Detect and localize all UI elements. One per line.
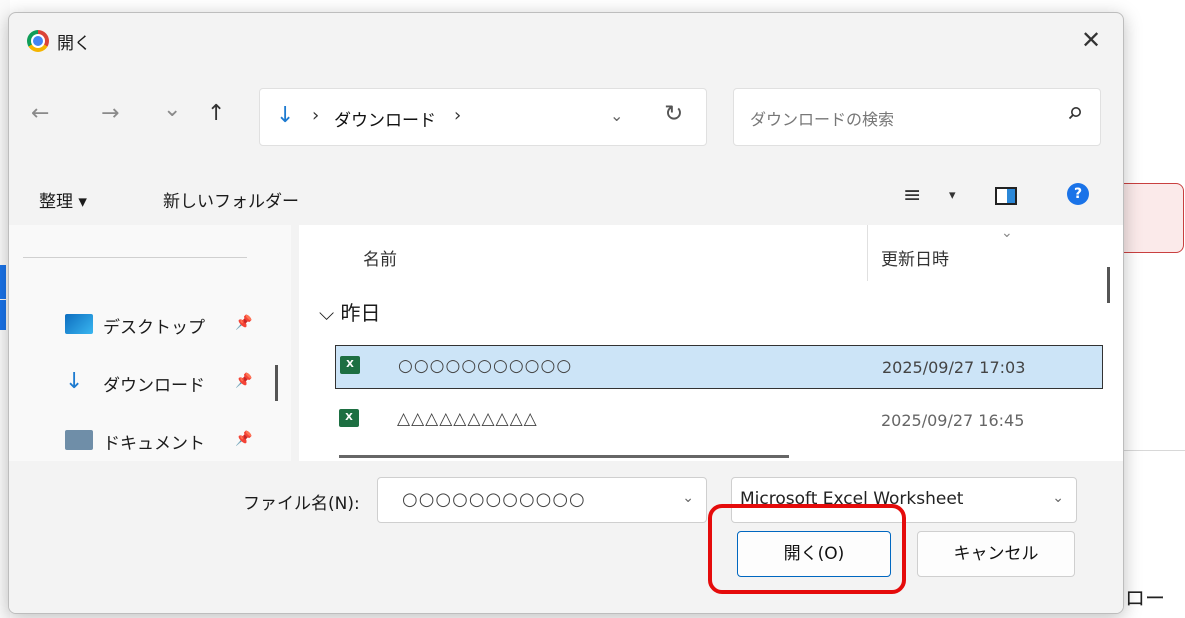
title-bar: 開く ✕ [9,13,1123,67]
refresh-icon[interactable]: ↻ [664,101,683,127]
open-button[interactable]: 開く(O) [737,531,891,577]
file-list: 名前 更新日時 ⌄ ⌵ 昨日 X ○○○○○○○○○○○ 2025/09/27 … [299,225,1123,461]
search-placeholder: ダウンロードの検索 [750,110,895,129]
dialog-title: 開く [57,34,91,54]
column-divider[interactable] [867,225,868,281]
address-bar[interactable]: ↓ › ダウンロード › ⌄ ↻ [259,88,707,146]
sidebar-item-documents[interactable]: ドキュメント 📌 [65,423,265,457]
file-name-value: ○○○○○○○○○○○ [402,489,586,510]
file-type-chevron-icon: ⌄ [1052,490,1064,506]
column-header-name[interactable]: 名前 [363,245,397,270]
view-list-icon[interactable]: ≡ [903,183,921,208]
excel-file-icon: X [339,409,359,427]
new-folder-button[interactable]: 新しいフォルダー [163,187,299,212]
breadcrumb-separator-icon[interactable]: › [312,105,319,126]
navigation-pane: デスクトップ 📌 ↓ ダウンロード 📌 ドキュメント 📌 [9,225,291,461]
download-icon: ↓ [65,369,84,394]
search-icon[interactable] [1068,106,1082,120]
sidebar-item-label: デスクトップ [103,318,205,338]
background-text: ロー [1125,586,1165,610]
preview-pane-icon[interactable] [995,187,1017,205]
organize-button[interactable]: 整理 ▾ [39,187,87,212]
back-arrow-icon[interactable]: ← [31,101,49,126]
file-date: 2025/09/27 16:45 [881,411,1025,430]
pin-icon: 📌 [235,373,253,389]
file-name: ○○○○○○○○○○○ [398,356,573,376]
desktop-icon [65,314,93,334]
file-name-dropdown-chevron-icon[interactable]: ⌄ [682,490,694,506]
cancel-button[interactable]: キャンセル [917,531,1075,577]
file-date: 2025/09/27 17:03 [882,358,1026,377]
background-blue-marker [0,300,6,330]
recent-locations-chevron-icon[interactable]: ⌄ [163,97,181,122]
navigation-divider [23,257,247,258]
close-button[interactable]: ✕ [1073,23,1109,57]
pin-icon: 📌 [235,315,253,331]
file-type-select[interactable]: Microsoft Excel Worksheet ⌄ [731,477,1077,523]
up-arrow-icon[interactable]: ↑ [207,101,225,126]
sidebar-item-downloads[interactable]: ↓ ダウンロード 📌 [65,365,265,399]
file-name: △△△△△△△△△△ [397,409,538,429]
file-row[interactable]: X ○○○○○○○○○○○ 2025/09/27 17:03 [335,345,1103,389]
sidebar-item-label: ダウンロード [103,376,205,396]
search-input[interactable]: ダウンロードの検索 [733,88,1101,146]
breadcrumb-downloads[interactable]: ダウンロード [334,106,436,131]
file-list-scrollbar[interactable] [1107,267,1110,303]
help-icon[interactable]: ? [1067,183,1089,205]
open-file-dialog: 開く ✕ ← → ⌄ ↑ ↓ › ダウンロード › ⌄ ↻ ダウンロードの検索 … [8,12,1124,614]
navigation-scrollbar[interactable] [275,365,278,401]
sidebar-item-label: ドキュメント [103,434,205,454]
download-icon: ↓ [276,103,295,128]
file-row[interactable]: X △△△△△△△△△△ 2025/09/27 16:45 [335,399,1101,441]
file-name-input[interactable]: ○○○○○○○○○○○ ⌄ [377,477,707,523]
excel-file-icon: X [340,356,360,374]
dialog-footer: ファイル名(N): ○○○○○○○○○○○ ⌄ Microsoft Excel … [9,461,1123,613]
column-header-date-modified[interactable]: 更新日時 [881,245,949,270]
view-options-caret-icon[interactable]: ▾ [949,188,956,203]
background-divider [1120,450,1185,451]
file-name-label: ファイル名(N): [243,494,360,514]
breadcrumb-separator-icon[interactable]: › [454,105,461,126]
documents-icon [65,430,93,450]
sort-chevron-icon[interactable]: ⌄ [1001,225,1013,241]
chrome-icon [27,30,49,52]
file-type-value: Microsoft Excel Worksheet [740,489,964,509]
forward-arrow-icon[interactable]: → [101,101,119,126]
background-blue-marker [0,265,6,299]
group-header-yesterday[interactable]: ⌵ 昨日 [319,297,381,326]
command-bar: 整理 ▾ 新しいフォルダー ≡ ▾ ? [9,173,1123,223]
address-dropdown-chevron-icon[interactable]: ⌄ [610,106,623,125]
horizontal-scrollbar[interactable] [339,455,789,458]
pin-icon: 📌 [235,431,253,447]
sidebar-item-desktop[interactable]: デスクトップ 📌 [65,307,265,341]
